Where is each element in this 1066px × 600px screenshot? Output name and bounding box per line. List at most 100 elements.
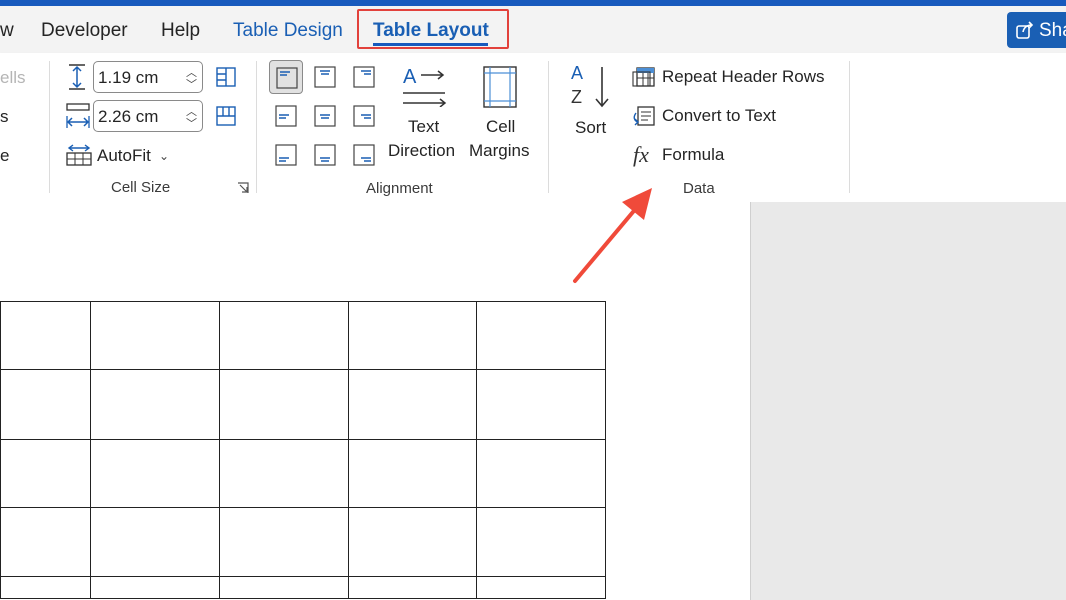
repeat-header-rows-icon [632,66,656,93]
dialog-launcher-icon[interactable] [237,181,249,199]
table-cell[interactable] [90,507,220,577]
sort-icon-a: A [571,63,584,83]
chevron-down-icon[interactable]: ﹀ [186,76,197,92]
table-cell[interactable] [476,576,606,599]
align-center-right-button[interactable] [347,99,381,133]
column-width-value: 2.26 cm [98,107,159,126]
distribute-columns-icon[interactable] [214,65,238,94]
tab-developer[interactable]: Developer [41,20,128,42]
table-cell[interactable] [476,369,606,440]
cell-margins-icon [482,65,518,114]
sort-icon-z: Z [571,87,582,107]
align-bottom-right-icon [353,144,375,166]
table-cell[interactable] [90,301,220,370]
formula-label: Formula [662,145,725,164]
alignment-group-label: Alignment [366,180,433,197]
table-row [0,576,606,599]
document-table[interactable] [0,301,606,599]
formula-button[interactable]: fx Formula [630,142,780,168]
table-row [0,301,606,370]
sort-label: Sort [575,118,607,137]
repeat-header-rows-button[interactable]: Repeat Header Rows [630,64,840,90]
tab-view[interactable]: w [0,20,14,42]
row-height-icon [65,63,89,96]
tab-help[interactable]: Help [161,20,200,42]
align-top-left-button[interactable] [269,60,303,94]
table-cell[interactable] [219,301,349,370]
align-center-right-icon [353,105,375,127]
chevron-down-icon[interactable]: ⌄ [159,149,169,163]
align-center-button[interactable] [308,99,342,133]
align-center-icon [314,105,336,127]
align-top-center-icon [314,66,336,88]
table-cell[interactable] [476,439,606,508]
distribute-rows-icon[interactable] [214,104,238,133]
align-bottom-center-button[interactable] [308,138,342,172]
align-top-right-icon [353,66,375,88]
table-cell[interactable] [348,576,477,599]
align-bottom-center-icon [314,144,336,166]
tab-table-design[interactable]: Table Design [233,20,343,42]
table-row [0,369,606,440]
align-top-center-button[interactable] [308,60,342,94]
text-direction-icon: A [401,63,449,112]
table-cell[interactable] [0,576,91,599]
table-cell[interactable] [0,369,91,440]
row-height-input[interactable]: 1.19 cm ︿ ﹀ [93,61,203,93]
table-cell[interactable] [0,507,91,577]
table-cell[interactable] [476,301,606,370]
column-width-icon [65,102,91,135]
cell-margins-label-2: Margins [469,141,530,160]
merge-item-button[interactable]: e [0,146,9,166]
row-height-value: 1.19 cm [98,68,159,87]
align-bottom-left-icon [275,144,297,166]
formula-icon: fx [633,142,649,167]
table-cell[interactable] [219,507,349,577]
convert-to-text-button[interactable]: Convert to Text [630,103,840,129]
chevron-down-icon[interactable]: ﹀ [186,115,197,131]
convert-to-text-label: Convert to Text [662,106,777,125]
align-bottom-left-button[interactable] [269,138,303,172]
table-cell[interactable] [348,439,477,508]
text-direction-label-2: Direction [388,141,456,160]
share-icon [1015,20,1035,40]
table-row [0,439,606,508]
table-cell[interactable] [90,439,220,508]
autofit-button[interactable]: AutoFit [97,146,151,166]
document-background [750,202,1066,600]
table-cell[interactable] [219,576,349,599]
table-cell[interactable] [219,439,349,508]
table-cell[interactable] [0,439,91,508]
table-cell[interactable] [90,369,220,440]
column-width-input[interactable]: 2.26 cm ︿ ﹀ [93,100,203,132]
repeat-header-rows-label: Repeat Header Rows [662,67,825,86]
align-bottom-right-button[interactable] [347,138,381,172]
convert-to-text-icon [632,105,656,132]
table-cell[interactable] [476,507,606,577]
group-separator [849,61,850,193]
align-center-left-icon [275,105,297,127]
svg-text:A: A [403,66,417,88]
table-cell[interactable] [348,369,477,440]
autofit-icon [65,143,93,172]
table-cell[interactable] [348,507,477,577]
share-label: Sha [1039,20,1066,41]
table-cell[interactable] [90,576,220,599]
table-cell[interactable] [348,301,477,370]
cell-margins-label-1: Cell [486,117,516,136]
table-cell[interactable] [0,301,91,370]
sort-button[interactable]: A Z Sort [565,61,619,171]
cell-size-group-label: Cell Size [111,179,171,196]
align-center-left-button[interactable] [269,99,303,133]
table-cell[interactable] [219,369,349,440]
text-direction-button[interactable]: A Text Direction [386,59,462,169]
ribbon-panel: ells s e 1.19 cm ︿ ﹀ 2.26 cm ︿ ﹀ AutoFit… [0,53,1066,203]
annotation-highlight-box [357,9,509,49]
split-table-button[interactable]: s [0,107,9,127]
cell-margins-button[interactable]: Cell Margins [467,59,535,169]
align-top-left-icon [276,67,298,89]
group-separator [49,61,50,193]
align-top-right-button[interactable] [347,60,381,94]
split-cells-button[interactable]: ells [0,68,26,88]
share-button[interactable]: Sha [1007,12,1066,48]
